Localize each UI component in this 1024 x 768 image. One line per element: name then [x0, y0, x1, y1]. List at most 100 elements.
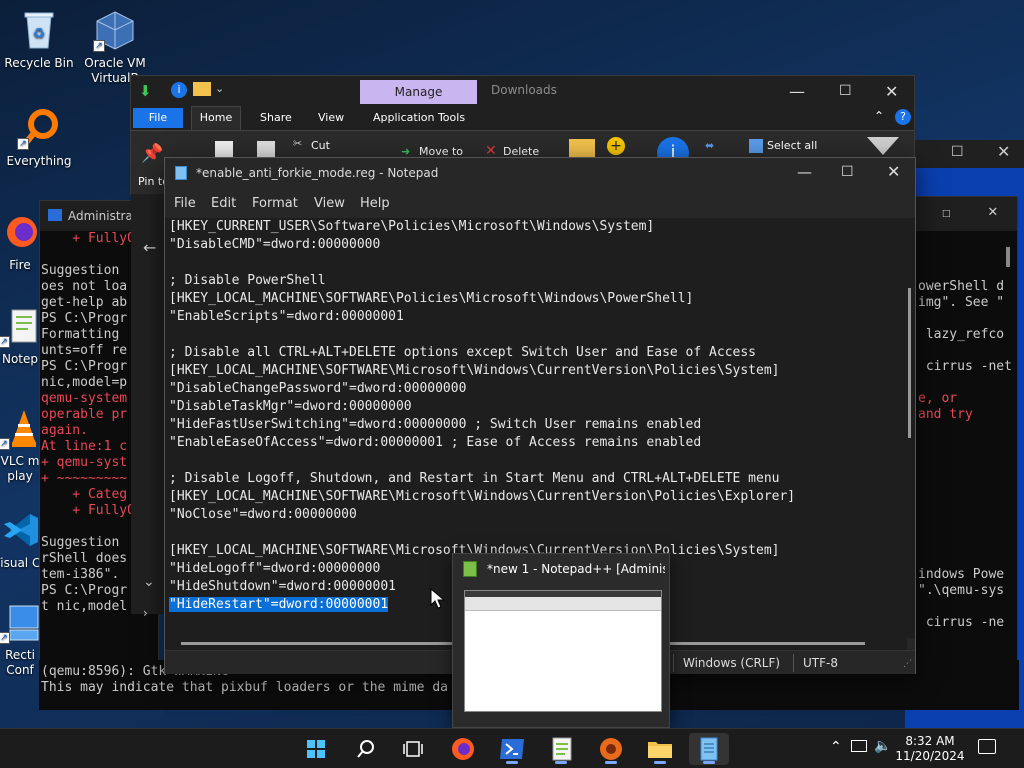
svg-text:♻: ♻	[33, 26, 46, 42]
tab-home[interactable]: Home	[191, 106, 241, 130]
thumbnail-title: *new 1 - Notepad++ [Administ...	[487, 562, 665, 576]
chevron-right-icon[interactable]: ›	[143, 606, 148, 620]
text-line	[165, 254, 907, 272]
new-folder-icon[interactable]	[193, 82, 211, 96]
visual-studio-code-icon	[0, 508, 42, 552]
filter-icon[interactable]	[867, 137, 899, 155]
console-line: lazy_refco	[918, 327, 1005, 342]
console-window-right[interactable]: ☐ ✕ owerShell d img". See " lazy_refco ci…	[905, 196, 1018, 710]
status-divider	[793, 654, 794, 672]
volume-icon[interactable]: 🔈	[874, 738, 891, 754]
network-icon[interactable]	[851, 740, 867, 752]
new-folder-icon[interactable]	[569, 139, 595, 159]
maximize-icon[interactable]: ☐	[942, 205, 950, 221]
desktop-icon-everything[interactable]: ↗ Everything	[0, 106, 78, 169]
vlc-icon: ↗	[0, 406, 42, 450]
notifications-icon[interactable]	[978, 739, 996, 754]
close-icon[interactable]: ✕	[997, 142, 1010, 161]
qemu-icon	[600, 738, 622, 760]
taskbar-qemu[interactable]	[591, 733, 631, 765]
task-view-button[interactable]	[393, 733, 433, 765]
tab-manage[interactable]: Manage	[360, 80, 477, 104]
taskbar-firefox[interactable]	[443, 733, 483, 765]
console-title: Administra	[68, 209, 133, 223]
tab-file[interactable]: File	[133, 108, 183, 128]
back-arrow-icon[interactable]: ←	[143, 238, 156, 257]
firefox-icon	[452, 738, 474, 760]
text-line	[165, 452, 907, 470]
thumbnail-preview[interactable]	[464, 590, 662, 712]
start-button[interactable]	[296, 733, 336, 765]
explorer-nav-pane: ← ⌄ ›	[131, 194, 167, 620]
taskbar-notepad[interactable]	[689, 733, 729, 765]
maximize-icon[interactable]: ☐	[839, 83, 852, 99]
status-line-ending: Windows (CRLF)	[683, 656, 781, 670]
status-encoding: UTF-8	[803, 656, 838, 670]
minimize-icon[interactable]: —	[789, 82, 805, 101]
new-item-icon[interactable]: +	[607, 137, 625, 155]
taskbar-clock[interactable]: 8:32 AM 11/20/2024	[892, 734, 968, 764]
menu-view[interactable]: View	[314, 196, 345, 211]
resize-grip-icon[interactable]: ⋰	[903, 659, 912, 669]
cut-button[interactable]: Cut	[311, 139, 330, 152]
notepad-menubar: File Edit Format View Help	[165, 188, 915, 218]
close-icon[interactable]: ✕	[885, 82, 898, 101]
chevron-down-icon[interactable]: ⌄	[215, 82, 224, 95]
tab-view[interactable]: View	[318, 111, 344, 124]
pin-icon[interactable]: 📌	[141, 143, 163, 164]
console-scrollbar[interactable]	[1006, 247, 1010, 267]
close-icon[interactable]: ✕	[887, 162, 900, 181]
menu-format[interactable]: Format	[252, 196, 298, 211]
selected-text[interactable]: "HideRestart"=dword:00000001	[169, 597, 389, 612]
taskbar-file-explorer[interactable]	[640, 733, 680, 765]
minimize-icon[interactable]: —	[797, 163, 812, 181]
text-line: [HKEY_LOCAL_MACHINE\SOFTWARE\Microsoft\W…	[169, 489, 796, 504]
notepad-icon	[175, 166, 187, 180]
scissors-icon[interactable]: ✂	[293, 137, 302, 150]
menu-edit[interactable]: Edit	[211, 196, 236, 211]
vertical-scrollbar[interactable]	[905, 218, 915, 638]
taskbar-notepad-plus-plus[interactable]	[541, 733, 581, 765]
select-all-icon[interactable]	[749, 139, 763, 153]
mouse-cursor-icon	[430, 588, 446, 609]
scrollbar-thumb[interactable]	[908, 288, 911, 438]
taskbar-powershell[interactable]	[492, 733, 532, 765]
chevron-up-icon[interactable]: ⌃	[830, 739, 842, 755]
chevron-down-icon[interactable]: ⌄	[143, 574, 155, 590]
folder-icon	[648, 742, 672, 758]
text-line: [HKEY_LOCAL_MACHINE\SOFTWARE\Microsoft\W…	[169, 363, 780, 378]
maximize-icon[interactable]: ☐	[841, 164, 854, 180]
menu-help[interactable]: Help	[360, 196, 390, 211]
info-icon[interactable]: i	[171, 82, 187, 98]
tab-application-tools[interactable]: Application Tools	[373, 111, 465, 124]
desktop-icon-recycle-bin[interactable]: ♻ Recycle Bin	[0, 8, 78, 71]
text-line: "HideFastUserSwitching"=dword:00000000 ;…	[169, 417, 702, 432]
notepad-plus-plus-icon	[463, 561, 477, 577]
menu-file[interactable]: File	[174, 196, 196, 211]
text-line: ; Disable PowerShell	[169, 273, 326, 288]
taskbar-thumbnail-popup[interactable]: *new 1 - Notepad++ [Administ...	[452, 553, 670, 728]
everything-search-icon: ↗	[17, 106, 61, 150]
select-all-button[interactable]: Select all	[767, 139, 817, 152]
maximize-icon[interactable]: ☐	[951, 144, 964, 160]
open-icon[interactable]: ⬌	[705, 139, 714, 152]
tab-share[interactable]: Share	[260, 111, 292, 124]
powershell-icon	[500, 739, 524, 759]
notepad-plus-plus-icon	[552, 737, 572, 761]
search-button[interactable]	[345, 733, 385, 765]
console-output: owerShell d img". See " lazy_refco cirrus…	[906, 231, 1017, 631]
virtualbox-icon: ↗	[93, 8, 137, 52]
text-line: "DisableCMD"=dword:00000000	[169, 237, 381, 252]
console-line: indows Powe	[918, 567, 1005, 582]
close-icon[interactable]: ✕	[988, 203, 998, 219]
text-line: "EnableScripts"=dword:00000001	[169, 309, 404, 324]
chevron-up-icon[interactable]: ⌃	[874, 109, 884, 123]
text-line	[165, 524, 907, 542]
help-icon[interactable]: ?	[895, 109, 911, 125]
